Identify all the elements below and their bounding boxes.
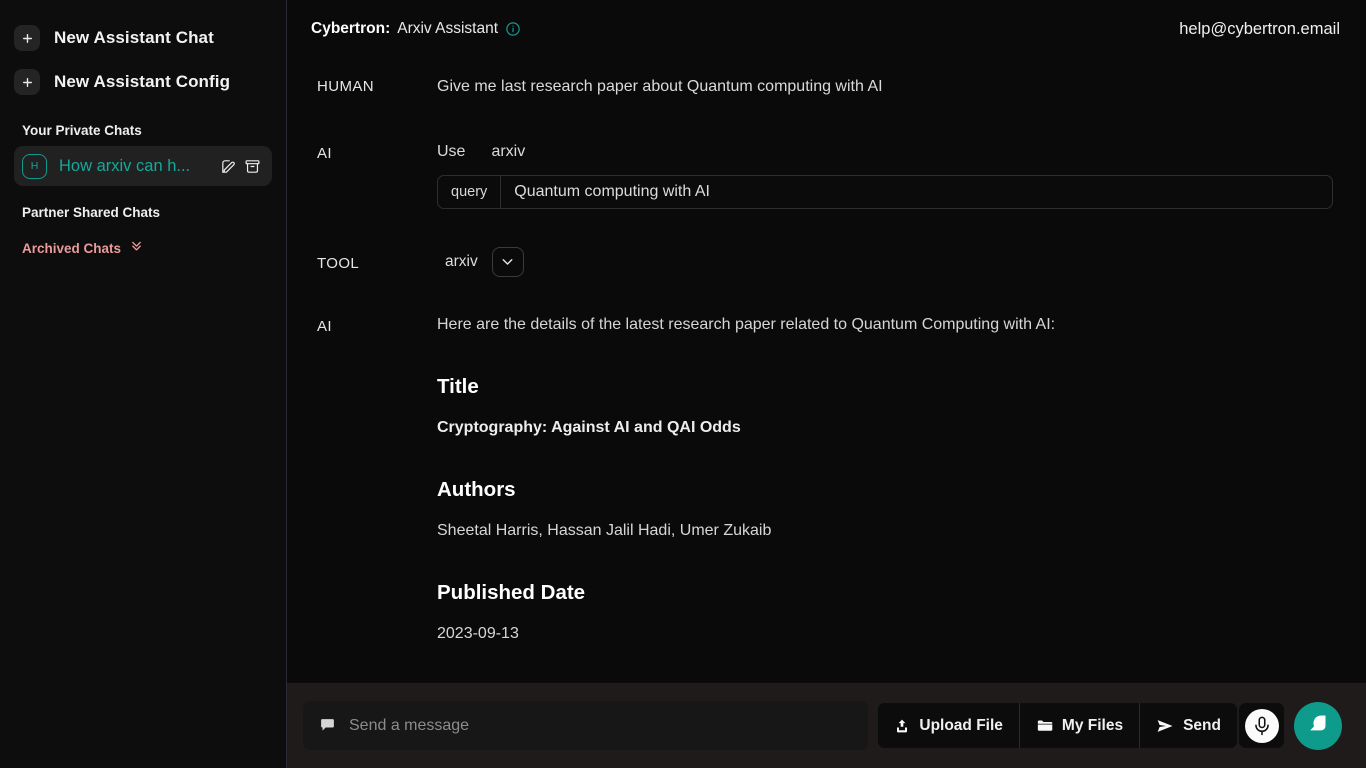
composer-actions: Upload File My Files Send — [878, 703, 1237, 748]
my-files-button[interactable]: My Files — [1018, 703, 1140, 748]
upload-icon — [894, 718, 910, 734]
tool-name: arxiv — [491, 142, 526, 160]
archived-chats-label: Archived Chats — [22, 240, 122, 256]
send-button[interactable]: Send — [1139, 703, 1237, 748]
voice-input-button[interactable] — [1239, 703, 1284, 748]
answer-section-value: Cryptography: Against AI and QAI Odds — [437, 418, 741, 436]
message-tool: TOOL arxiv — [317, 246, 1336, 277]
message-body: Here are the details of the latest resea… — [437, 316, 1336, 643]
answer-section-value: Sheetal Harris, Hassan Jalil Hadi, Umer … — [437, 521, 772, 539]
archive-icon[interactable] — [240, 154, 264, 178]
message-body: Give me last research paper about Quantu… — [437, 76, 1336, 98]
answer-intro: Here are the details of the latest resea… — [437, 315, 1056, 333]
message-role-label: TOOL — [317, 254, 360, 272]
tool-use-line: Use arxiv — [437, 143, 1336, 161]
sidebar: New Assistant Chat New Assistant Config … — [0, 0, 287, 768]
help-chat-fab[interactable] — [1294, 701, 1342, 750]
use-label: Use — [437, 142, 466, 160]
message-human: HUMAN Give me last research paper about … — [317, 76, 1336, 98]
main-panel: Cybertron: Arxiv Assistant help@cybertro… — [287, 0, 1366, 768]
upload-file-button[interactable]: Upload File — [878, 703, 1019, 748]
new-assistant-config-label: New Assistant Config — [54, 72, 231, 91]
answer-section-heading: Title — [437, 374, 479, 398]
private-chats-section-label: Your Private Chats — [22, 123, 142, 138]
new-assistant-config-button[interactable]: New Assistant Config — [14, 60, 272, 104]
microphone-icon — [1244, 708, 1279, 743]
list-item[interactable]: H How arxiv can h... — [14, 146, 272, 186]
double-chevron-down-icon — [129, 238, 144, 258]
folder-icon — [1036, 717, 1053, 734]
new-assistant-chat-button[interactable]: New Assistant Chat — [14, 16, 272, 60]
tool-parameter-key: query — [438, 175, 502, 208]
tool-result-row: arxiv — [437, 246, 1336, 277]
top-bar: Cybertron: Arxiv Assistant help@cybertro… — [287, 0, 1366, 58]
message-body: Use arxiv query Quantum computing with A… — [437, 143, 1336, 209]
assistant-name: Arxiv Assistant — [397, 20, 499, 37]
new-assistant-chat-label: New Assistant Chat — [54, 28, 214, 47]
message-role-label: AI — [317, 317, 332, 335]
conversation-area: HUMAN Give me last research paper about … — [287, 58, 1366, 683]
chat-bubble-icon — [1308, 713, 1328, 738]
plus-icon — [14, 69, 40, 95]
tool-result-name: arxiv — [445, 252, 478, 270]
assistant-title: Cybertron: Arxiv Assistant — [311, 20, 521, 38]
message-role-label: HUMAN — [317, 78, 374, 95]
plus-icon — [14, 25, 40, 51]
answer-section-heading: Authors — [437, 477, 516, 501]
send-label: Send — [1183, 716, 1221, 734]
chevron-down-icon[interactable] — [491, 246, 524, 277]
edit-icon[interactable] — [216, 154, 240, 178]
message-ai-toolcall: AI Use arxiv query Quantum computing wit… — [317, 143, 1336, 209]
message-body: arxiv — [437, 246, 1336, 277]
answer-section-value: 2023-09-13 — [437, 624, 519, 642]
upload-file-label: Upload File — [919, 716, 1003, 734]
message-input-placeholder: Send a message — [349, 716, 470, 734]
tool-parameter-value: Quantum computing with AI — [514, 182, 710, 200]
tool-parameter-box: query Quantum computing with AI — [437, 174, 1333, 209]
human-message-text: Give me last research paper about Quantu… — [437, 78, 883, 95]
my-files-label: My Files — [1061, 716, 1124, 734]
info-icon[interactable] — [505, 21, 521, 37]
message-input[interactable]: Send a message — [303, 701, 869, 750]
composer-bar: Send a message Upload File My Files Send — [287, 683, 1366, 768]
chat-item-title: How arxiv can h... — [59, 156, 191, 175]
paper-plane-icon — [1156, 717, 1174, 735]
message-ai-answer: AI Here are the details of the latest re… — [317, 316, 1336, 643]
answer-section-heading: Published Date — [437, 580, 586, 604]
chat-bubble-icon — [319, 717, 336, 734]
app-root: New Assistant Chat New Assistant Config … — [0, 0, 1366, 768]
message-role-label: AI — [317, 144, 332, 162]
partner-chats-section-label: Partner Shared Chats — [22, 205, 161, 220]
avatar: H — [22, 153, 47, 179]
brand-name: Cybertron: — [311, 20, 391, 37]
help-email[interactable]: help@cybertron.email — [1179, 20, 1340, 39]
archived-chats-toggle[interactable]: Archived Chats — [14, 238, 272, 258]
